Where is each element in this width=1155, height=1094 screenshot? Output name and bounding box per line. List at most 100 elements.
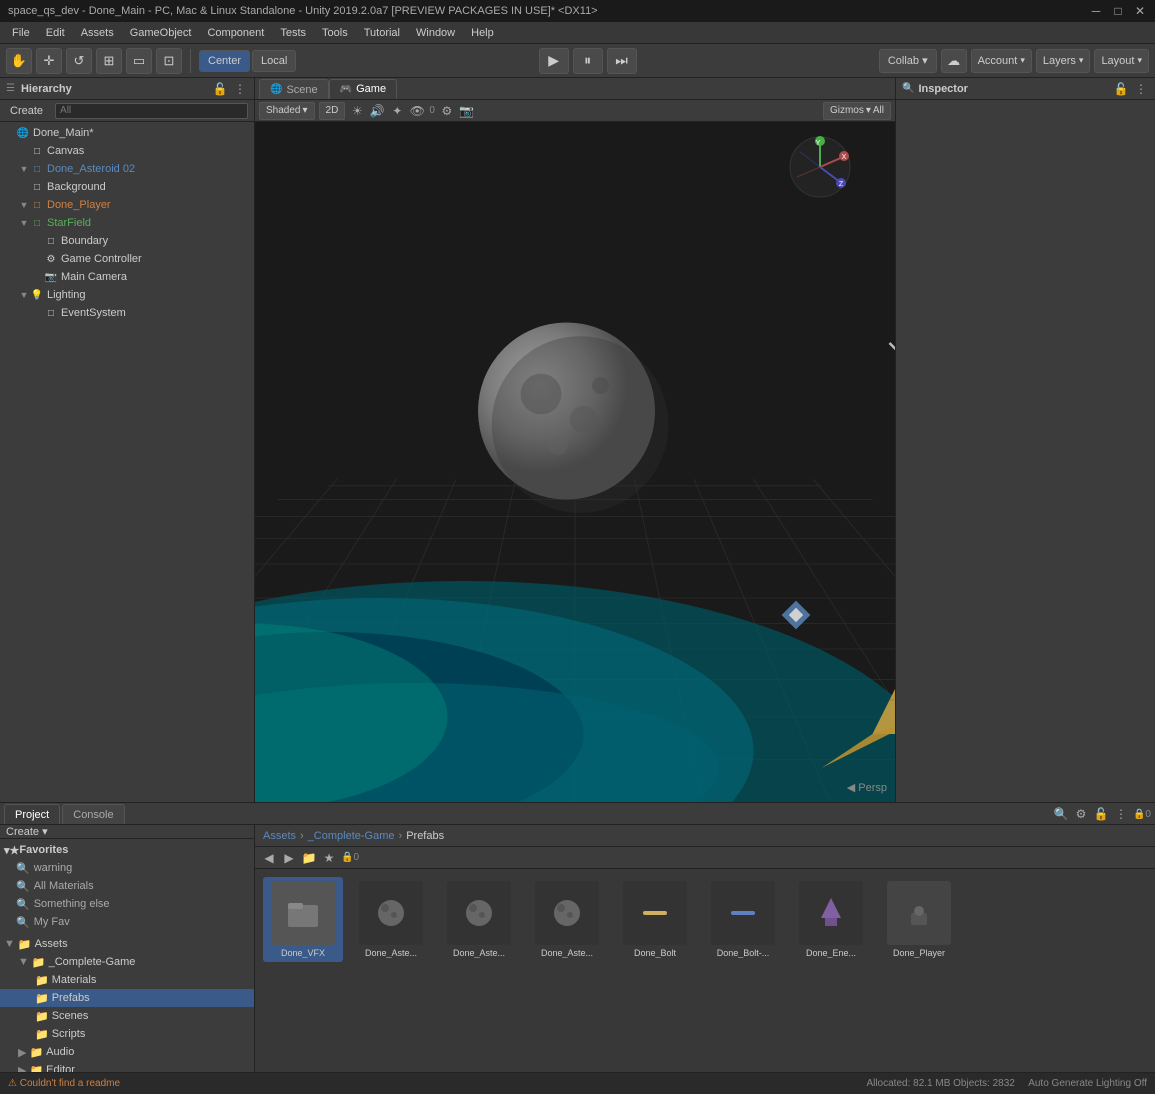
- asset-tile-5[interactable]: Done_Bolt-...: [703, 877, 783, 962]
- hierarchy-item-starfield[interactable]: ▼□StarField: [0, 214, 254, 232]
- hidden-toggle-icon[interactable]: 👁: [409, 103, 425, 119]
- asset-tile-2[interactable]: Done_Aste...: [439, 877, 519, 962]
- rect-tool-button[interactable]: ▭: [126, 48, 152, 74]
- status-allocated: Allocated: 82.1 MB Objects: 2832 Auto Ge…: [866, 1078, 1147, 1089]
- menu-item-tests[interactable]: Tests: [272, 25, 314, 41]
- layout-dropdown[interactable]: Layout ▾: [1094, 49, 1149, 73]
- project-lock-icon[interactable]: 🔓: [1093, 806, 1109, 822]
- 2d-button[interactable]: 2D: [319, 102, 346, 120]
- asset-tree-item-6[interactable]: ▶📁Audio: [0, 1043, 254, 1061]
- game-tab[interactable]: 🎮 Game: [329, 79, 397, 99]
- project-tab-label: Project: [15, 809, 49, 821]
- maximize-button[interactable]: □: [1111, 4, 1125, 18]
- favorites-item-something-else[interactable]: 🔍Something else: [0, 895, 254, 913]
- asset-tree-item-2[interactable]: 📁Materials: [0, 971, 254, 989]
- center-option[interactable]: Center: [199, 50, 250, 72]
- menu-item-component[interactable]: Component: [199, 25, 272, 41]
- asset-tile-7[interactable]: Done_Player: [879, 877, 959, 962]
- asset-tile-6[interactable]: Done_Ene...: [791, 877, 871, 962]
- hand-tool-button[interactable]: ✋: [6, 48, 32, 74]
- menu-item-tutorial[interactable]: Tutorial: [356, 25, 408, 41]
- menu-item-tools[interactable]: Tools: [314, 25, 356, 41]
- hierarchy-item-done_main[interactable]: 🌐Done_Main*: [0, 124, 254, 142]
- menu-item-edit[interactable]: Edit: [38, 25, 73, 41]
- project-search-icon[interactable]: 🔍: [1053, 806, 1069, 822]
- asset-tree-item-7[interactable]: ▶📁Editor: [0, 1061, 254, 1072]
- favorites-item-warning[interactable]: 🔍warning: [0, 859, 254, 877]
- audio-toggle-icon[interactable]: 🔊: [369, 103, 385, 119]
- breadcrumb-assets[interactable]: Assets: [263, 830, 296, 842]
- hierarchy-lock-button[interactable]: 🔓: [212, 81, 228, 97]
- asset-arrow-1: ▼: [18, 956, 29, 968]
- hierarchy-item-lighting[interactable]: ▼💡Lighting: [0, 286, 254, 304]
- asset-tree-item-5[interactable]: 📁Scripts: [0, 1025, 254, 1043]
- hierarchy-create-button[interactable]: Create: [6, 103, 47, 119]
- menu-item-window[interactable]: Window: [408, 25, 463, 41]
- hierarchy-search-input[interactable]: [55, 103, 248, 119]
- hierarchy-item-boundary[interactable]: □Boundary: [0, 232, 254, 250]
- layers-dropdown[interactable]: Layers ▾: [1036, 49, 1091, 73]
- hierarchy-item-done_asteroid[interactable]: ▼□Done_Asteroid 02: [0, 160, 254, 178]
- asset-tile-1[interactable]: Done_Aste...: [351, 877, 431, 962]
- pause-button[interactable]: ⏸: [573, 48, 603, 74]
- gizmos-dropdown[interactable]: Gizmos ▾ All: [823, 102, 891, 120]
- asset-tree-item-0[interactable]: ▼📁Assets: [0, 935, 254, 953]
- menu-item-assets[interactable]: Assets: [73, 25, 122, 41]
- hierarchy-item-done_player[interactable]: ▼□Done_Player: [0, 196, 254, 214]
- minimize-button[interactable]: ─: [1089, 4, 1103, 18]
- breadcrumb-complete-game[interactable]: _Complete-Game: [308, 830, 395, 842]
- camera-icon-toolbar[interactable]: 📷: [459, 103, 475, 119]
- project-create-button[interactable]: Create ▾: [6, 825, 48, 838]
- local-option[interactable]: Local: [252, 50, 296, 72]
- settings-icon[interactable]: ⚙: [439, 103, 455, 119]
- hierarchy-item-background[interactable]: □Background: [0, 178, 254, 196]
- rotate-tool-button[interactable]: ↺: [66, 48, 92, 74]
- transform-tool-button[interactable]: ⊡: [156, 48, 182, 74]
- console-tab[interactable]: Console: [62, 804, 124, 824]
- close-button[interactable]: ✕: [1133, 4, 1147, 18]
- scene-tab[interactable]: 🌐 Scene: [259, 79, 329, 99]
- viewport[interactable]: Y X Z ◀ Persp: [255, 122, 895, 802]
- hierarchy-item-game_controller[interactable]: ⚙Game Controller: [0, 250, 254, 268]
- layers-arrow: ▾: [1079, 55, 1084, 66]
- scale-tool-button[interactable]: ⊞: [96, 48, 122, 74]
- asset-tile-3[interactable]: Done_Aste...: [527, 877, 607, 962]
- inspector-menu-button[interactable]: ⋮: [1133, 81, 1149, 97]
- project-back-icon[interactable]: ◀: [261, 850, 277, 866]
- asset-tile-0[interactable]: Done_VFX: [263, 877, 343, 962]
- project-star-icon[interactable]: ★: [321, 850, 337, 866]
- project-folder-icon[interactable]: 📁: [301, 850, 317, 866]
- favorites-item-my-fav[interactable]: 🔍My Fav: [0, 913, 254, 931]
- asset-tile-label-1: Done_Aste...: [365, 948, 417, 958]
- menu-item-file[interactable]: File: [4, 25, 38, 41]
- light-toggle-icon[interactable]: ☀: [349, 103, 365, 119]
- menu-item-help[interactable]: Help: [463, 25, 502, 41]
- tree-arrow-done_asteroid: ▼: [18, 164, 30, 174]
- hierarchy-item-canvas[interactable]: □Canvas: [0, 142, 254, 160]
- menu-item-gameobject[interactable]: GameObject: [122, 25, 200, 41]
- project-forward-icon[interactable]: ▶: [281, 850, 297, 866]
- asset-tree-item-4[interactable]: 📁Scenes: [0, 1007, 254, 1025]
- hierarchy-item-main_camera[interactable]: 📷Main Camera: [0, 268, 254, 286]
- account-dropdown[interactable]: Account ▾: [971, 49, 1032, 73]
- favorites-item-all-materials[interactable]: 🔍All Materials: [0, 877, 254, 895]
- hierarchy-item-event_system[interactable]: □EventSystem: [0, 304, 254, 322]
- asset-tile-4[interactable]: Done_Bolt: [615, 877, 695, 962]
- cloud-button[interactable]: ☁: [941, 49, 967, 73]
- window-controls: ─ □ ✕: [1089, 4, 1147, 18]
- collab-button[interactable]: Collab ▾: [879, 49, 937, 73]
- inspector-lock-button[interactable]: 🔓: [1113, 81, 1129, 97]
- asset-tree-item-1[interactable]: ▼📁_Complete-Game: [0, 953, 254, 971]
- asset-tree-item-3[interactable]: 📁Prefabs: [0, 989, 254, 1007]
- project-menu-icon[interactable]: ⋮: [1113, 806, 1129, 822]
- step-button[interactable]: ⏭: [607, 48, 637, 74]
- shaded-dropdown[interactable]: Shaded ▾: [259, 102, 315, 120]
- favorites-header[interactable]: ▾ ★ Favorites: [0, 841, 254, 859]
- project-settings-icon[interactable]: ⚙: [1073, 806, 1089, 822]
- viewport-gizmo[interactable]: Y X Z: [785, 132, 855, 202]
- hierarchy-menu-button[interactable]: ⋮: [232, 81, 248, 97]
- effects-toggle-icon[interactable]: ✦: [389, 103, 405, 119]
- play-button[interactable]: ▶: [539, 48, 569, 74]
- project-tab[interactable]: Project: [4, 804, 60, 824]
- move-tool-button[interactable]: ✛: [36, 48, 62, 74]
